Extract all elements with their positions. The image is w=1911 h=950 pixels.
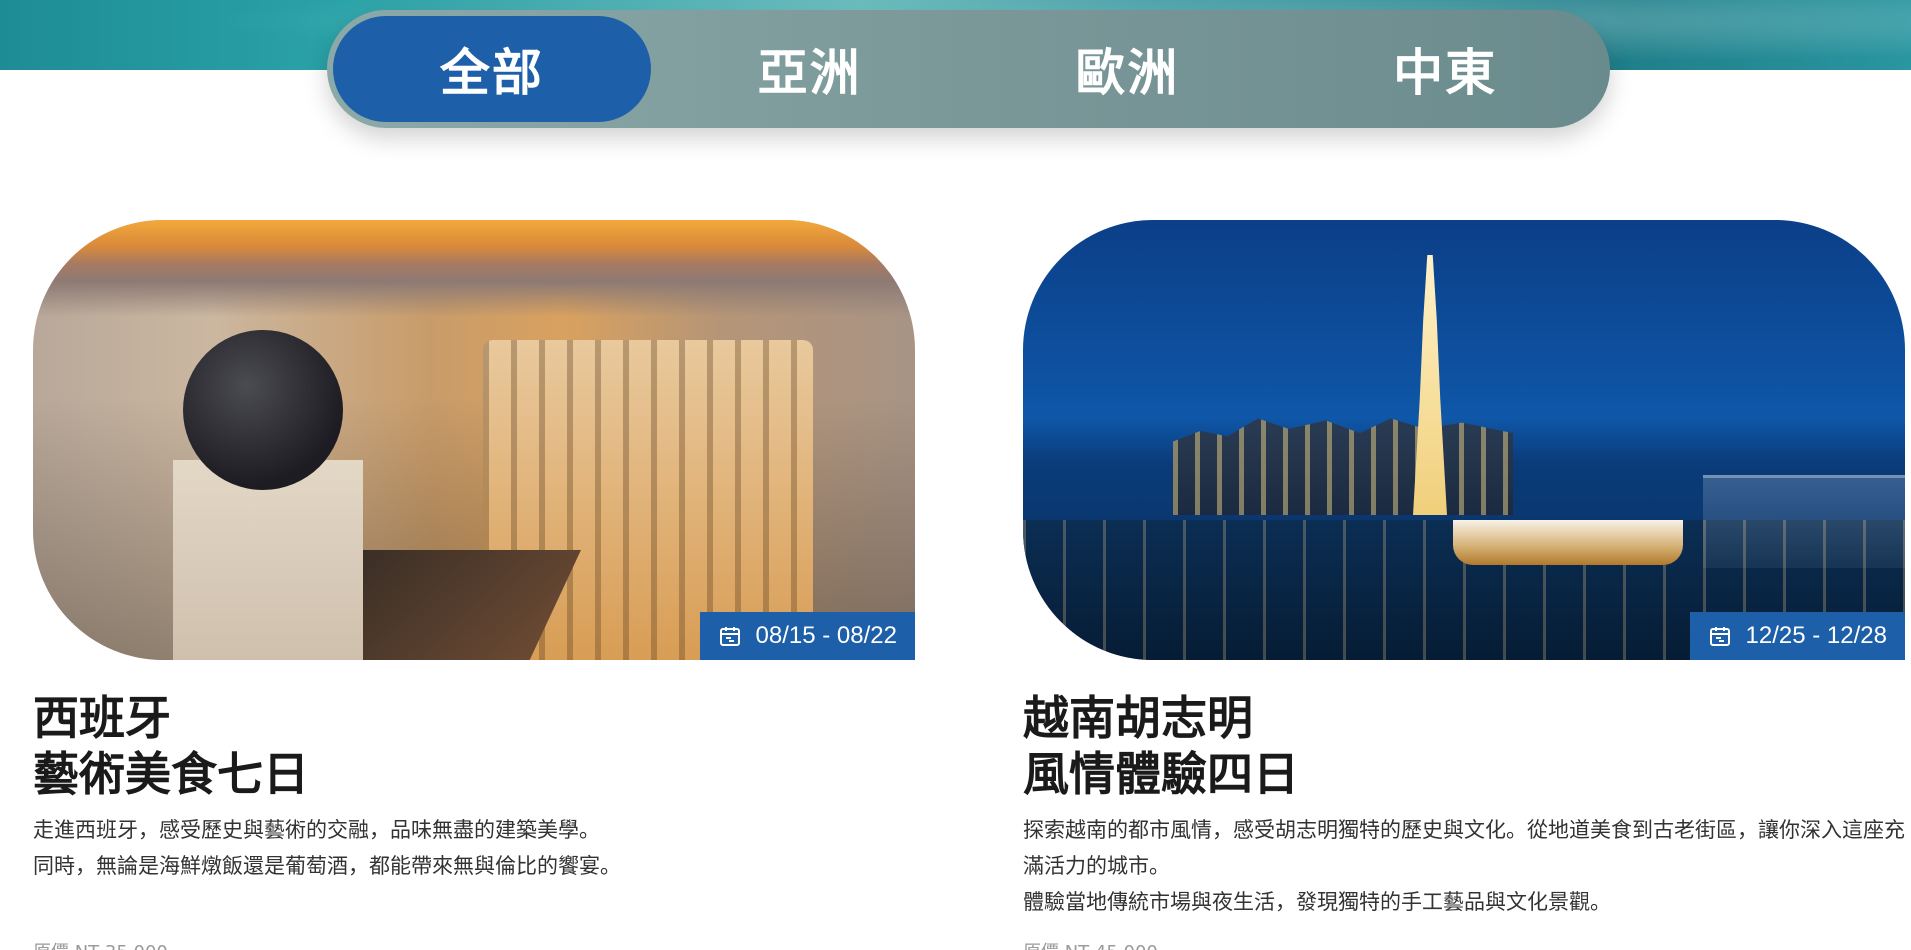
- tour-image[interactable]: 12/25 - 12/28: [1023, 220, 1905, 660]
- tour-title: 越南胡志明 風情體驗四日: [1023, 691, 1299, 801]
- calendar-icon: [1708, 624, 1732, 648]
- tab-label: 全部: [439, 44, 544, 102]
- tab-all[interactable]: 全部: [333, 16, 651, 122]
- tab-label: 歐洲: [1075, 44, 1180, 102]
- date-badge: 12/25 - 12/28: [1689, 612, 1905, 660]
- tour-description: 探索越南的都市風情，感受胡志明獨特的歷史與文化。從地道美食到古老街區，讓你深入這…: [1023, 818, 1905, 914]
- tab-label: 亞洲: [757, 44, 862, 102]
- region-tabs: 全部 亞洲 歐洲 中東: [327, 10, 1610, 128]
- tab-asia[interactable]: 亞洲: [651, 16, 969, 122]
- tour-price: 原價 NT 35,000: [33, 938, 168, 950]
- hcm-pier-shape: [1703, 475, 1905, 568]
- tour-card-spain[interactable]: 08/15 - 08/22 西班牙 藝術美食七日 走進西班牙，感受歷史與藝術的交…: [33, 220, 915, 950]
- tour-card-vietnam[interactable]: 12/25 - 12/28 越南胡志明 風情體驗四日 探索越南的都市風情，感受胡…: [1023, 220, 1905, 950]
- tab-europe[interactable]: 歐洲: [969, 16, 1287, 122]
- tour-title: 西班牙 藝術美食七日: [33, 691, 309, 801]
- tour-price: 原價 NT 45,000: [1023, 938, 1158, 950]
- tab-label: 中東: [1393, 44, 1498, 102]
- date-range: 08/15 - 08/22: [755, 622, 897, 649]
- date-range: 12/25 - 12/28: [1745, 622, 1887, 649]
- date-badge: 08/15 - 08/22: [699, 612, 915, 660]
- tour-description: 走進西班牙，感受歷史與藝術的交融，品味無盡的建築美學。 同時，無論是海鮮燉飯還是…: [33, 818, 621, 878]
- madrid-tower-shape: [173, 460, 363, 660]
- madrid-dome-shape: [183, 330, 343, 490]
- tour-image[interactable]: 08/15 - 08/22: [33, 220, 915, 660]
- calendar-icon: [718, 624, 742, 648]
- page: 全部 亞洲 歐洲 中東 08/15 - 08/22 西班牙 藝術美食七日 走進西…: [0, 0, 1911, 950]
- tab-middle-east[interactable]: 中東: [1286, 16, 1604, 122]
- hcm-boat-shape: [1453, 520, 1683, 565]
